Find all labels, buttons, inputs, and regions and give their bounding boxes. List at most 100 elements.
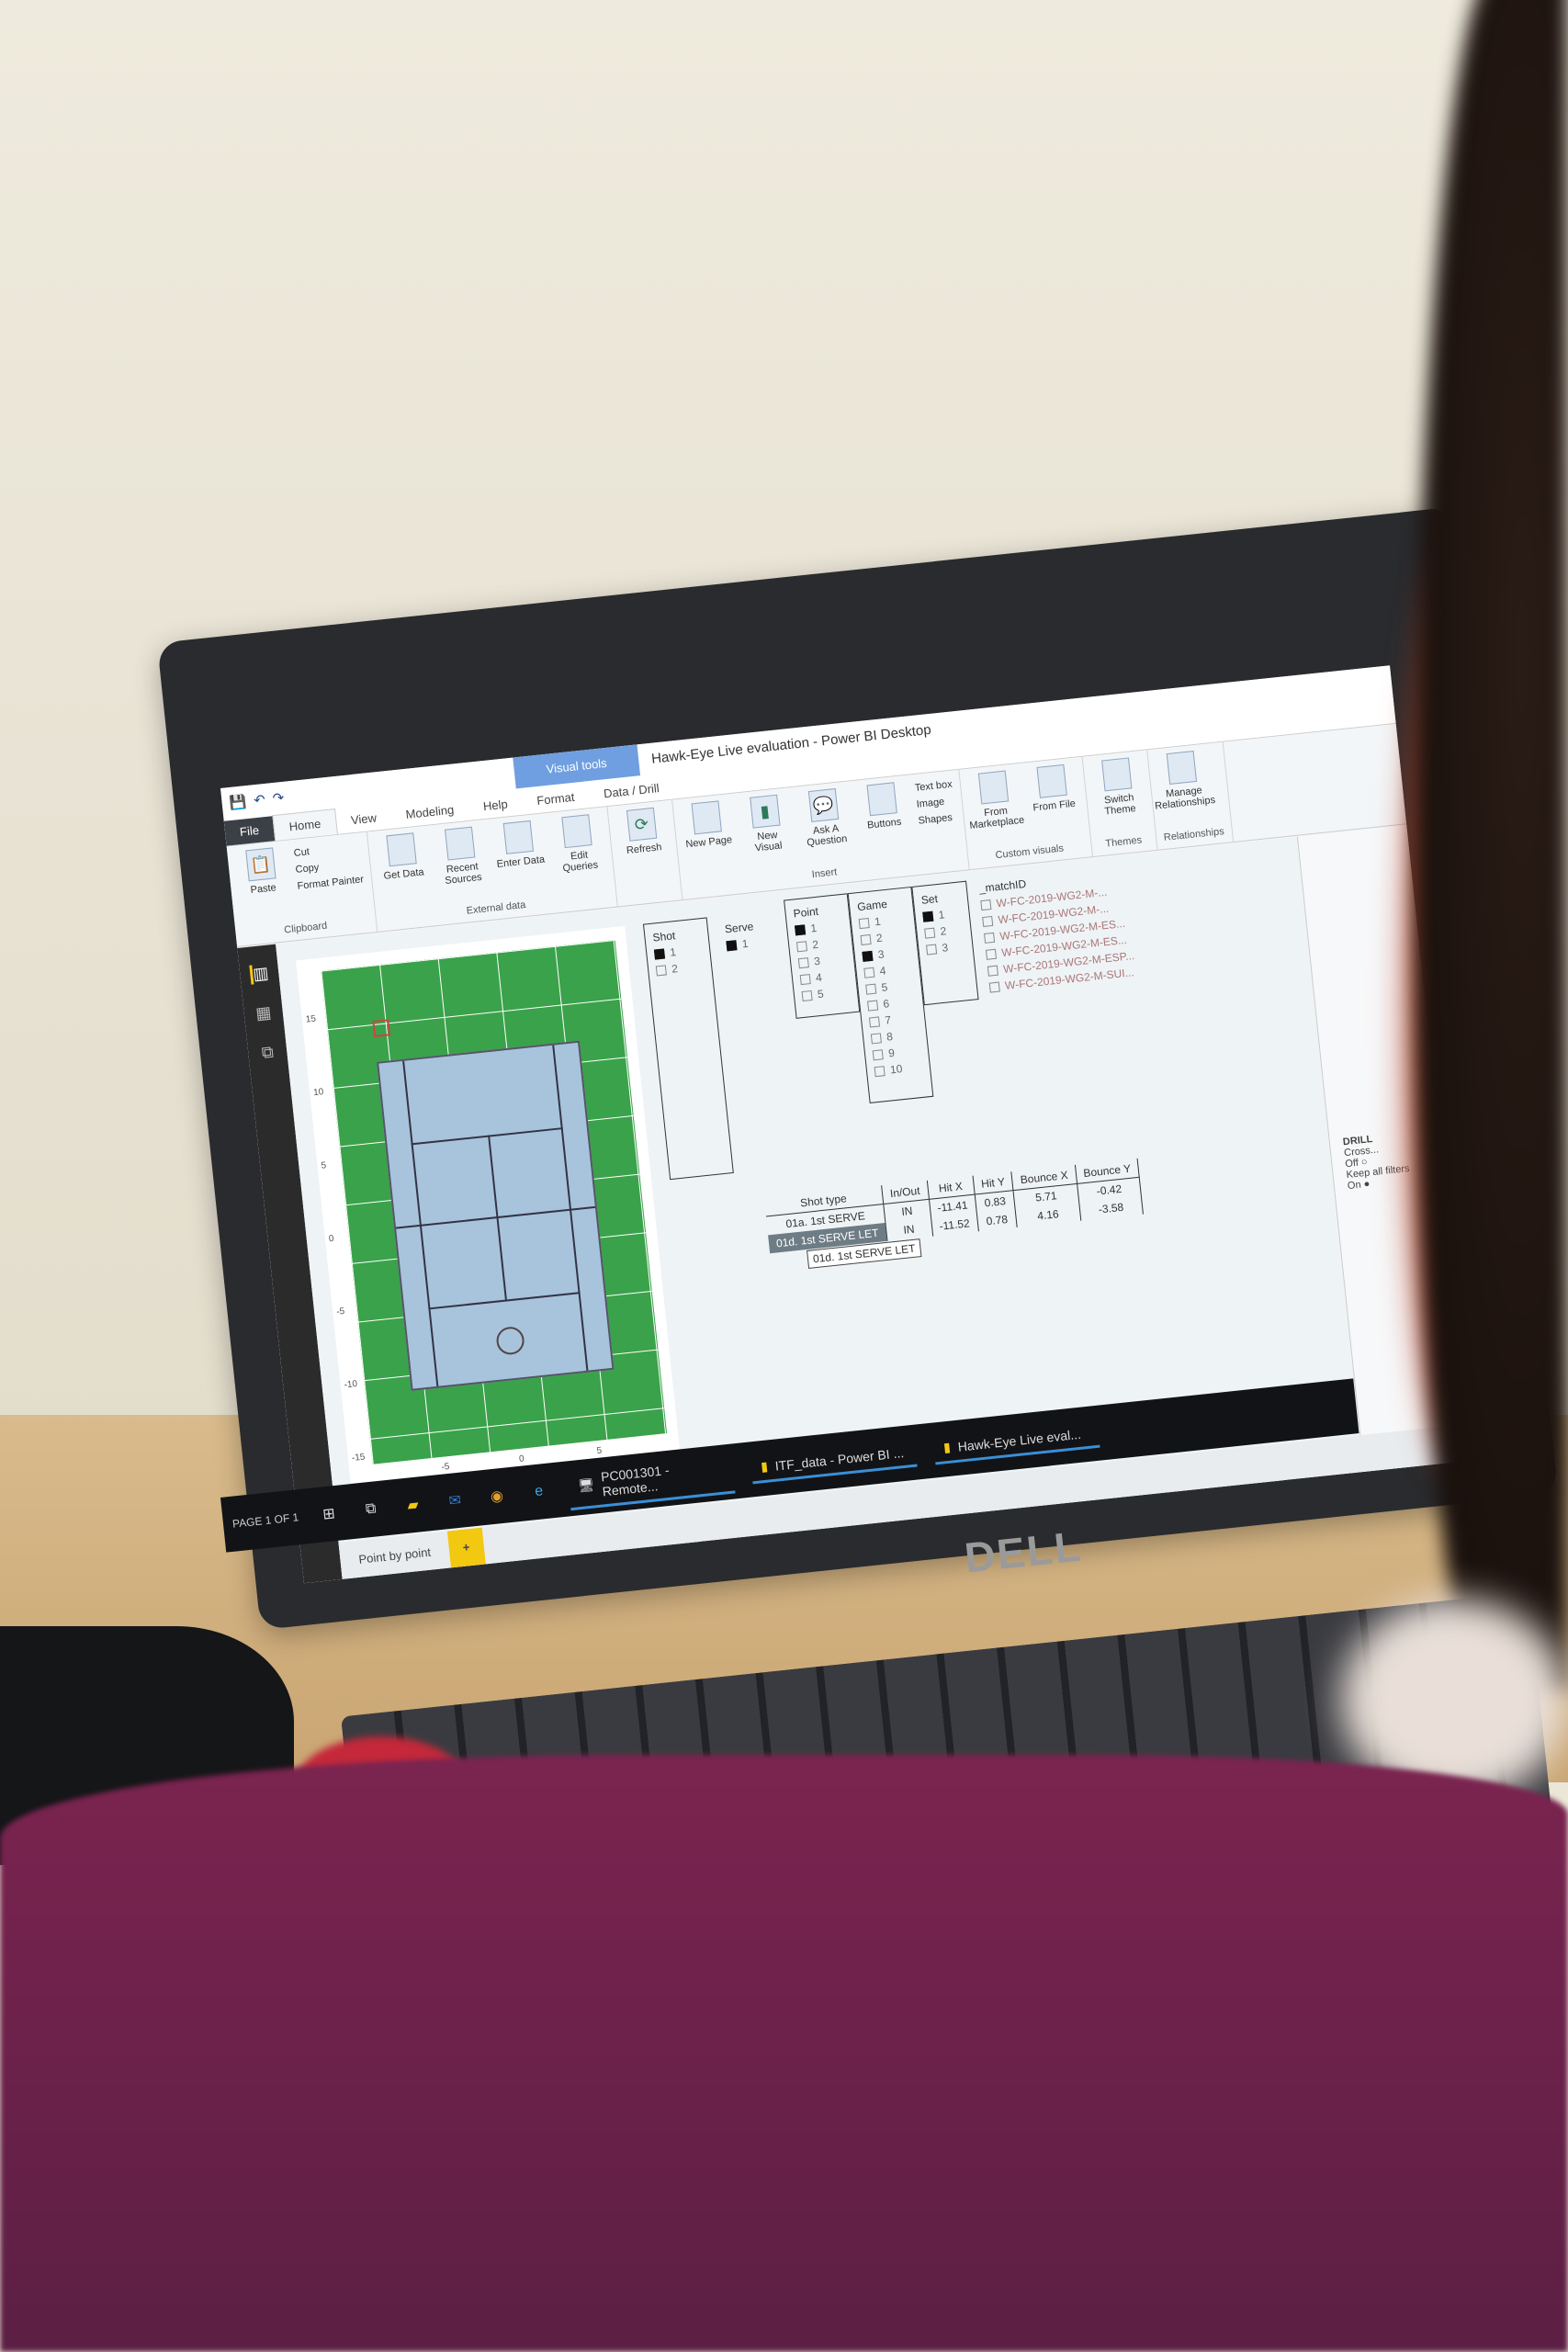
slicer-option[interactable]: 1 xyxy=(726,935,767,953)
y-tick: 10 xyxy=(312,1087,324,1099)
refresh-icon: ⟳ xyxy=(626,807,658,842)
table-icon xyxy=(502,820,534,854)
add-page-button[interactable]: + xyxy=(446,1527,486,1568)
redo-icon[interactable]: ↷ xyxy=(272,789,285,807)
x-tick: 0 xyxy=(518,1453,525,1464)
new-page-button[interactable]: New Page xyxy=(680,799,735,861)
shapes-button[interactable]: Shapes xyxy=(918,809,957,830)
get-data-button[interactable]: Get Data xyxy=(375,831,430,893)
button-icon xyxy=(866,782,897,817)
from-marketplace-button[interactable]: From Marketplace xyxy=(967,769,1025,831)
taskbar-app-remote[interactable]: 🖥 PC001301 - Remote... xyxy=(567,1450,737,1510)
report-view-icon[interactable]: ▥ xyxy=(249,963,270,985)
paste-button[interactable]: 📋 Paste xyxy=(234,846,288,900)
undo-icon[interactable]: ↶ xyxy=(253,791,265,808)
slicer-option[interactable]: 8 xyxy=(870,1027,919,1045)
slicer-option[interactable]: 4 xyxy=(799,968,848,986)
data-view-icon[interactable]: ▦ xyxy=(254,1003,272,1024)
y-tick: -5 xyxy=(335,1306,345,1317)
internet-explorer-icon[interactable]: e xyxy=(525,1478,552,1505)
y-tick: -15 xyxy=(351,1452,366,1464)
edit-table-icon xyxy=(561,814,592,849)
recent-sources-button[interactable]: Recent Sources xyxy=(434,825,489,887)
slicer-option[interactable]: 2 xyxy=(924,922,964,939)
taskbar-app-hawk-eye[interactable]: ▮ Hawk-Eye Live eval... xyxy=(932,1418,1101,1465)
bar-chart-icon: ▮ xyxy=(749,794,781,829)
slicer-option[interactable]: 3 xyxy=(797,952,847,969)
slicer-option[interactable]: 1 xyxy=(858,912,907,930)
group-label: Themes xyxy=(1104,834,1143,850)
slicer-option[interactable]: 6 xyxy=(867,994,916,1012)
windows-start-icon[interactable]: ⊞ xyxy=(316,1500,343,1527)
task-view-icon[interactable]: ⧉ xyxy=(357,1497,384,1523)
bounce-marker xyxy=(495,1325,526,1356)
speech-bubble-icon: 💬 xyxy=(807,788,839,822)
theme-icon xyxy=(1100,757,1133,792)
serve-slicer[interactable]: Serve 1 xyxy=(716,910,777,972)
hit-marker xyxy=(372,1019,391,1038)
switch-theme-button[interactable]: Switch Theme xyxy=(1090,756,1145,818)
edit-queries-button[interactable]: Edit Queries xyxy=(550,813,605,875)
slicer-option[interactable]: 2 xyxy=(795,935,845,953)
group-label: Custom visuals xyxy=(995,842,1065,862)
slicer-option[interactable]: 7 xyxy=(868,1011,918,1028)
slicer-option[interactable]: 1 xyxy=(794,919,843,936)
store-icon xyxy=(977,770,1009,805)
slicer-option[interactable]: 3 xyxy=(925,939,965,956)
slicer-option[interactable]: 9 xyxy=(872,1044,921,1061)
page-indicator: PAGE 1 OF 1 xyxy=(231,1510,299,1531)
person-shirt xyxy=(0,1755,1568,2352)
model-view-icon[interactable]: ⧉ xyxy=(261,1043,275,1063)
slicer-option[interactable]: 5 xyxy=(801,985,850,1002)
court-visual[interactable]: 15 10 5 0 -5 -10 -15 -5 0 5 xyxy=(296,925,681,1491)
y-tick: -10 xyxy=(344,1379,358,1391)
slicer-option[interactable]: 2 xyxy=(655,959,705,977)
tab-file[interactable]: File xyxy=(223,816,276,846)
outlook-icon[interactable]: ✉ xyxy=(442,1487,468,1514)
buttons-button[interactable]: Buttons xyxy=(855,781,910,842)
custom-visuals-group: From Marketplace From File Custom visual… xyxy=(959,756,1093,870)
table-cell: IN xyxy=(885,1217,933,1241)
file-explorer-icon[interactable]: ▰ xyxy=(400,1492,426,1519)
folder-icon xyxy=(1036,763,1067,798)
manage-relationships-button[interactable]: Manage Relationships xyxy=(1155,750,1216,812)
slicer-option[interactable]: 10 xyxy=(874,1060,922,1078)
from-file-button[interactable]: From File xyxy=(1025,763,1080,825)
y-tick: 15 xyxy=(305,1013,317,1025)
table-cell: -11.52 xyxy=(931,1213,979,1237)
ask-question-button[interactable]: 💬 Ask A Question xyxy=(797,787,852,849)
remote-desktop-icon: 🖥 xyxy=(577,1476,595,1494)
slicer-option[interactable]: 2 xyxy=(860,929,908,946)
power-bi-icon: ▮ xyxy=(942,1439,952,1455)
refresh-button[interactable]: ⟳ Refresh xyxy=(615,807,670,857)
match-slicer[interactable]: _matchID W-FC-2019-WG2-M-... W-FC-2019-WG2… xyxy=(970,858,1148,995)
clock-icon xyxy=(444,826,476,861)
set-slicer[interactable]: Set 1 2 3 xyxy=(911,880,979,1006)
y-tick: 0 xyxy=(328,1233,335,1245)
quick-access: 💾 ↶ ↷ xyxy=(229,789,285,811)
chrome-icon[interactable]: ◉ xyxy=(484,1483,511,1510)
page-icon xyxy=(691,800,722,835)
slicer-option[interactable]: 1 xyxy=(922,906,962,922)
save-icon[interactable]: 💾 xyxy=(229,793,247,811)
group-label: Relationships xyxy=(1163,826,1225,843)
court-surround xyxy=(321,939,668,1464)
taskbar-app-itf-data[interactable]: ▮ ITF_data - Power BI ... xyxy=(750,1437,919,1485)
tennis-court xyxy=(377,1040,615,1391)
slicer-option[interactable]: 4 xyxy=(863,961,912,978)
clipboard-group: 📋 Paste Cut Copy Format Painter Clipboard xyxy=(226,831,378,947)
slicer-option[interactable]: 5 xyxy=(865,978,914,995)
enter-data-button[interactable]: Enter Data xyxy=(491,820,547,881)
page-tab-point-by-point[interactable]: Point by point xyxy=(340,1543,450,1567)
person-head xyxy=(1415,0,1568,1690)
slicer-option[interactable]: 1 xyxy=(653,943,703,960)
shot-table[interactable]: Shot type In/Out Hit X Hit Y Bounce X Bounce … xyxy=(763,1158,1144,1269)
database-icon xyxy=(386,832,417,867)
y-tick: 5 xyxy=(321,1160,327,1171)
table-cell: 0.78 xyxy=(976,1209,1018,1232)
relationships-group: Manage Relationships Relationships xyxy=(1146,741,1234,850)
refresh-group: ⟳ Refresh xyxy=(607,799,683,907)
new-visual-button[interactable]: ▮ New Visual xyxy=(739,793,794,854)
slicer-option[interactable]: 3 xyxy=(862,945,910,963)
point-slicer[interactable]: Point 1 2 3 4 5 xyxy=(784,893,861,1019)
